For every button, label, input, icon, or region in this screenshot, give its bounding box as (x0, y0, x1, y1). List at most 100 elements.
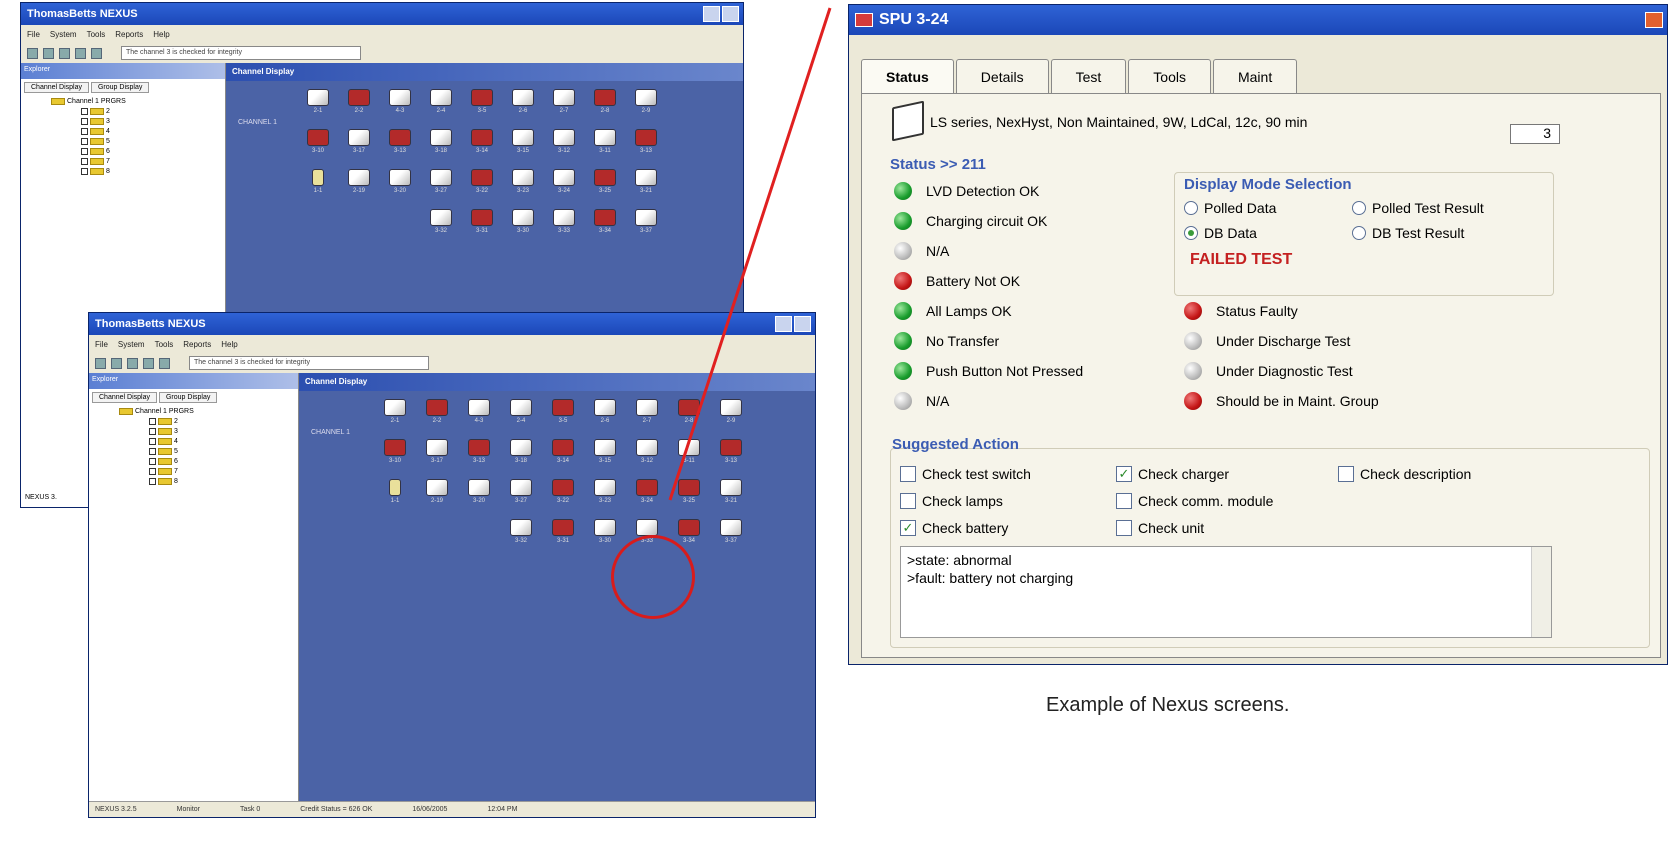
menu-tools[interactable]: Tools (155, 340, 174, 349)
radio-button[interactable] (1184, 226, 1198, 240)
channel-unit[interactable]: 3-10 (381, 439, 409, 469)
tree-checkbox[interactable] (81, 137, 88, 145)
channel-unit[interactable]: 3-30 (591, 519, 619, 549)
channel-unit[interactable]: 2-1 (304, 89, 332, 119)
tree-checkbox[interactable] (81, 107, 88, 115)
channel-unit[interactable]: 2-4 (427, 89, 455, 119)
tree-checkbox[interactable] (149, 467, 156, 475)
radio-button[interactable] (1352, 201, 1366, 215)
channel-unit[interactable]: 2-19 (423, 479, 451, 509)
channel-unit[interactable]: 2-6 (591, 399, 619, 429)
scrollbar[interactable] (1531, 547, 1551, 637)
tree-item[interactable]: 6 (89, 456, 298, 466)
checkbox-box[interactable] (1116, 520, 1132, 536)
channel-unit[interactable]: 1-1 (304, 169, 332, 199)
channel-unit[interactable]: 3-22 (549, 479, 577, 509)
close-button[interactable] (1645, 12, 1663, 28)
menu-reports[interactable]: Reports (183, 340, 211, 349)
channel-unit[interactable]: 2-9 (717, 399, 745, 429)
tree-item[interactable]: 3 (21, 116, 225, 126)
channel-unit[interactable]: 3-13 (717, 439, 745, 469)
tree-item[interactable]: 2 (89, 416, 298, 426)
menu-help[interactable]: Help (221, 340, 237, 349)
tab-test[interactable]: Test (1050, 59, 1127, 93)
channel-unit[interactable]: 3-13 (386, 129, 414, 159)
channel-unit[interactable]: 3-24 (550, 169, 578, 199)
action-checkbox[interactable]: Check unit (1116, 520, 1204, 536)
channel-unit[interactable]: 2-19 (345, 169, 373, 199)
tab-group-display[interactable]: Group Display (158, 392, 218, 403)
maximize-button[interactable] (794, 316, 811, 332)
tree-item[interactable]: 8 (89, 476, 298, 486)
channel-unit[interactable]: 3-31 (549, 519, 577, 549)
notes-textarea[interactable]: >state: abnormal >fault: battery not cha… (900, 546, 1552, 638)
tab-channel-display[interactable]: Channel Display (24, 82, 89, 93)
menu-tools[interactable]: Tools (87, 30, 106, 39)
channel-unit[interactable]: 3-24 (633, 479, 661, 509)
menu-help[interactable]: Help (153, 30, 169, 39)
channel-unit[interactable]: 3-11 (591, 129, 619, 159)
channel-unit[interactable]: 3-10 (304, 129, 332, 159)
tree-item[interactable]: 2 (21, 106, 225, 116)
tree-item[interactable]: 8 (21, 166, 225, 176)
tree-checkbox[interactable] (149, 417, 156, 425)
menu-system[interactable]: System (118, 340, 145, 349)
channel-unit[interactable]: 2-8 (591, 89, 619, 119)
channel-unit[interactable]: 3-37 (632, 209, 660, 239)
menu-file[interactable]: File (95, 340, 108, 349)
radio-db-data[interactable]: DB Data (1184, 225, 1257, 241)
channel-unit[interactable]: 3-13 (632, 129, 660, 159)
channel-unit[interactable]: 3-30 (509, 209, 537, 239)
action-checkbox[interactable]: Check lamps (900, 493, 1003, 509)
channel-unit[interactable]: 3-23 (509, 169, 537, 199)
channel-unit[interactable]: 3-18 (507, 439, 535, 469)
channel-unit[interactable]: 3-23 (591, 479, 619, 509)
radio-polled-data[interactable]: Polled Data (1184, 200, 1276, 216)
channel-unit[interactable]: 2-8 (675, 399, 703, 429)
radio-button[interactable] (1184, 201, 1198, 215)
tree-item[interactable]: 5 (21, 136, 225, 146)
tree-icon[interactable] (27, 47, 38, 59)
channel-unit[interactable]: 2-7 (550, 89, 578, 119)
tree-checkbox[interactable] (149, 437, 156, 445)
channel-unit[interactable]: 3-25 (675, 479, 703, 509)
menu-reports[interactable]: Reports (115, 30, 143, 39)
tree-item[interactable]: 7 (89, 466, 298, 476)
tab-tools[interactable]: Tools (1128, 59, 1211, 93)
channel-unit[interactable]: 3-20 (386, 169, 414, 199)
tree-item[interactable]: 4 (89, 436, 298, 446)
action-checkbox[interactable]: ✓ Check charger (1116, 466, 1229, 482)
save-icon[interactable] (127, 357, 138, 369)
checkbox-box[interactable] (1116, 493, 1132, 509)
tree-checkbox[interactable] (149, 427, 156, 435)
channel-unit[interactable]: 1-1 (381, 479, 409, 509)
channel-unit[interactable]: 3-14 (468, 129, 496, 159)
radio-polled-test-result[interactable]: Polled Test Result (1352, 200, 1484, 216)
channel-unit[interactable]: 3-17 (423, 439, 451, 469)
menu-file[interactable]: File (27, 30, 40, 39)
channel-unit[interactable]: 2-2 (423, 399, 451, 429)
channel-unit[interactable]: 3-34 (591, 209, 619, 239)
refresh-icon[interactable] (143, 357, 154, 369)
checkbox-box[interactable] (900, 466, 916, 482)
radio-button[interactable] (1352, 226, 1366, 240)
tree-item[interactable]: 7 (21, 156, 225, 166)
channel-unit[interactable]: 3-25 (591, 169, 619, 199)
menu-system[interactable]: System (50, 30, 77, 39)
tab-maint[interactable]: Maint (1212, 59, 1298, 93)
channel-unit[interactable]: 3-31 (468, 209, 496, 239)
channel-unit[interactable]: 3-32 (507, 519, 535, 549)
tree-checkbox[interactable] (81, 127, 88, 135)
chart-icon[interactable] (91, 47, 102, 59)
channel-unit[interactable]: 3-22 (468, 169, 496, 199)
chart-icon[interactable] (159, 357, 170, 369)
channel-unit[interactable]: 4-3 (386, 89, 414, 119)
channel-unit[interactable]: 3-5 (549, 399, 577, 429)
tree-root[interactable]: Channel 1 PRGRS (89, 406, 298, 416)
checkbox-box[interactable] (1338, 466, 1354, 482)
checkbox-box[interactable] (900, 493, 916, 509)
tree-item[interactable]: 6 (21, 146, 225, 156)
checkmark-icon[interactable]: ✓ (900, 520, 916, 536)
action-checkbox[interactable]: ✓ Check battery (900, 520, 1008, 536)
channel-unit[interactable]: 2-2 (345, 89, 373, 119)
